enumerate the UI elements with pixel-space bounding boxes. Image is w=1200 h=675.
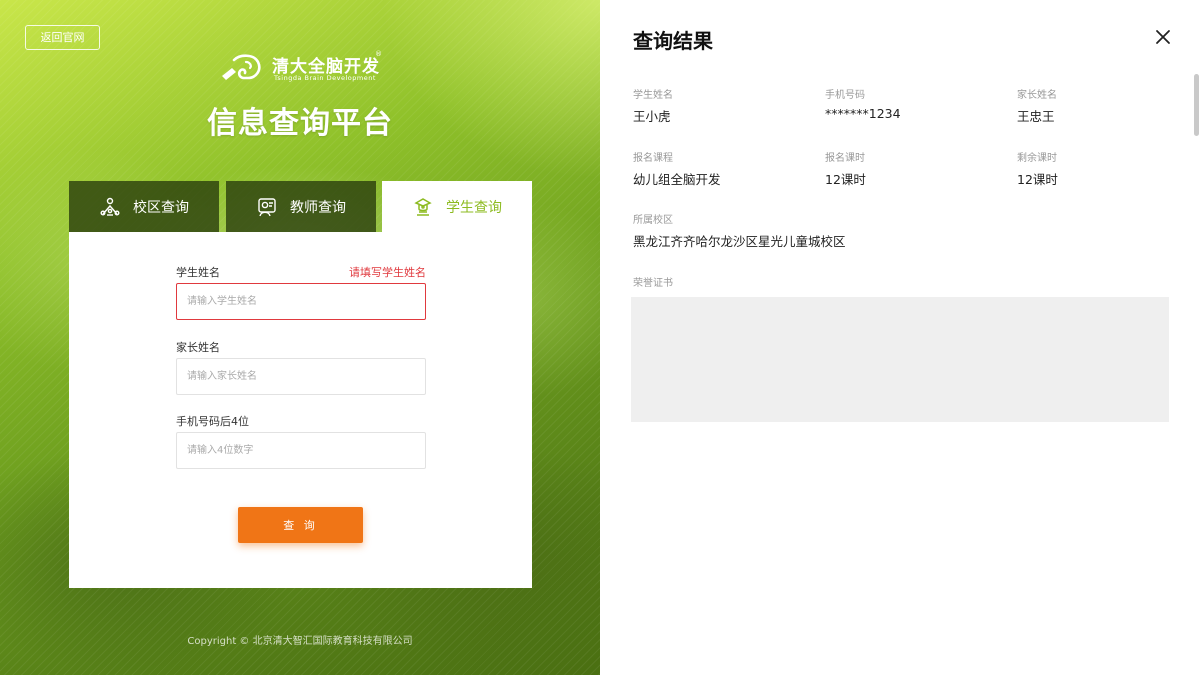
brain-logo-icon bbox=[222, 54, 261, 80]
phone-last4-label: 手机号码后4位 bbox=[176, 415, 249, 428]
scrollbar[interactable] bbox=[1194, 74, 1199, 136]
student-icon bbox=[414, 198, 432, 216]
student-name-error: 请填写学生姓名 bbox=[349, 266, 426, 279]
copyright-text: Copyright © 北京清大智汇国际教育科技有限公司 bbox=[187, 636, 413, 647]
phone-result-label: 手机号码 bbox=[825, 90, 865, 101]
result-panel: 查询结果 学生姓名 王小虎 手机号码 *******1234 家长姓名 王忠王 … bbox=[600, 0, 1200, 675]
parent-name-result-value: 王忠王 bbox=[1017, 109, 1055, 124]
student-name-result-value: 王小虎 bbox=[633, 109, 671, 124]
certificate-image-area bbox=[631, 297, 1169, 422]
parent-name-result-label: 家长姓名 bbox=[1017, 90, 1057, 101]
campus-icon bbox=[100, 197, 120, 216]
certificate-label: 荣誉证书 bbox=[633, 278, 673, 289]
phone-last4-input[interactable] bbox=[176, 432, 426, 469]
query-submit-button[interactable]: 查 询 bbox=[238, 507, 363, 543]
logo-registered-mark: ® bbox=[375, 50, 382, 58]
parent-name-label: 家长姓名 bbox=[176, 341, 220, 354]
student-name-input[interactable] bbox=[176, 283, 426, 320]
teacher-icon bbox=[258, 197, 276, 216]
course-result-label: 报名课程 bbox=[633, 153, 673, 164]
brand-logo: 清大全脑开发 ® Tsingda Brain Development bbox=[220, 50, 390, 86]
query-panel: 返回官网 清大全脑开发 ® Tsingda Brain Development … bbox=[0, 0, 600, 675]
query-tabs: 校区查询 教师查询 学生查询 bbox=[69, 181, 532, 233]
tab-teacher-query[interactable]: 教师查询 bbox=[226, 181, 376, 232]
course-result-value: 幼儿组全脑开发 bbox=[633, 172, 721, 187]
campus-result-value: 黑龙江齐齐哈尔龙沙区星光儿童城校区 bbox=[633, 234, 846, 249]
tab-student-query[interactable]: 学生查询 bbox=[382, 181, 532, 233]
result-title: 查询结果 bbox=[633, 29, 713, 53]
page-title: 信息查询平台 bbox=[207, 106, 393, 141]
student-query-form: 学生姓名 请填写学生姓名 家长姓名 手机号码后4位 查 询 bbox=[69, 232, 532, 588]
back-to-website-button[interactable]: 返回官网 bbox=[25, 25, 100, 50]
remaining-result-label: 剩余课时 bbox=[1017, 153, 1057, 164]
tab-campus-query[interactable]: 校区查询 bbox=[69, 181, 219, 232]
hours-result-label: 报名课时 bbox=[825, 153, 865, 164]
close-icon[interactable] bbox=[1154, 28, 1172, 46]
parent-name-input[interactable] bbox=[176, 358, 426, 395]
phone-result-value: *******1234 bbox=[825, 106, 901, 121]
remaining-result-value: 12课时 bbox=[1017, 172, 1058, 187]
logo-subtext: Tsingda Brain Development bbox=[274, 74, 376, 82]
tab-student-label: 学生查询 bbox=[446, 200, 502, 216]
tab-teacher-label: 教师查询 bbox=[290, 199, 346, 216]
hours-result-value: 12课时 bbox=[825, 172, 866, 187]
student-name-label: 学生姓名 bbox=[176, 266, 220, 279]
campus-result-label: 所属校区 bbox=[633, 215, 673, 226]
student-name-result-label: 学生姓名 bbox=[633, 90, 673, 101]
tab-campus-label: 校区查询 bbox=[133, 199, 189, 216]
